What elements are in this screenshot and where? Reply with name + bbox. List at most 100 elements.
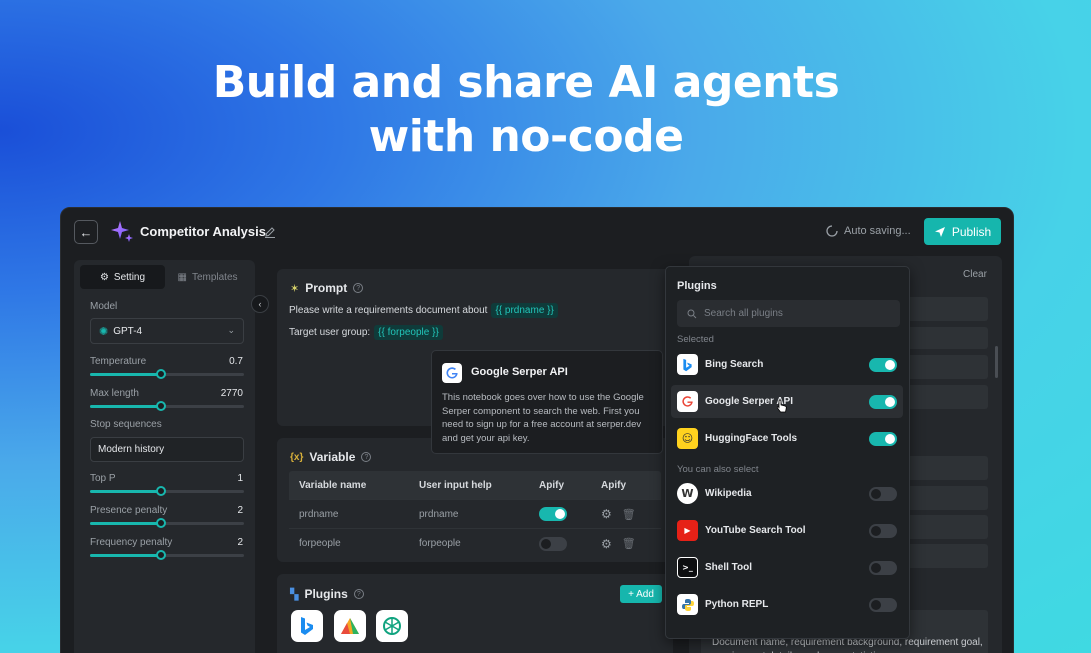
openai-icon: ✺ bbox=[99, 325, 109, 338]
column-header: User input help bbox=[419, 479, 492, 491]
plugin-item-huggingface[interactable]: ☺ HuggingFace Tools bbox=[671, 422, 903, 455]
plugin-item-bing-search[interactable]: Bing Search bbox=[671, 348, 903, 381]
chat-bubble bbox=[901, 486, 988, 510]
model-label: Model bbox=[90, 301, 118, 312]
popup-title: Plugins bbox=[677, 280, 717, 292]
plugin-item-wikipedia[interactable]: W Wikipedia bbox=[671, 477, 903, 510]
max-length-slider[interactable] bbox=[90, 401, 244, 411]
frequency-penalty-label: Frequency penalty bbox=[90, 537, 173, 548]
settings-icon[interactable]: ⚙ bbox=[601, 537, 612, 551]
prompt-line-2-text: Target user group: bbox=[289, 327, 371, 338]
clear-button[interactable]: Clear bbox=[963, 269, 987, 280]
trash-icon[interactable]: 🗑 bbox=[622, 537, 636, 550]
table-header: Variable name User input help Apify Apif… bbox=[289, 471, 661, 500]
plugin-search-input[interactable]: Search all plugins bbox=[677, 300, 900, 327]
plugin-toggle[interactable] bbox=[869, 395, 897, 409]
temperature-slider[interactable] bbox=[90, 369, 244, 379]
model-select[interactable]: ✺ GPT-4 ⌄ bbox=[90, 318, 244, 344]
publish-label: Publish bbox=[951, 224, 992, 239]
pointer-cursor-icon bbox=[776, 399, 788, 418]
google-icon bbox=[442, 363, 462, 383]
python-icon bbox=[677, 594, 698, 615]
scrollbar[interactable] bbox=[995, 346, 998, 378]
plugins-popup: Plugins Search all plugins Selected Bing… bbox=[665, 266, 910, 639]
plugins-heading: ▚ Plugins ? bbox=[290, 587, 364, 601]
back-button[interactable]: ← bbox=[74, 220, 98, 244]
max-length-value: 2770 bbox=[220, 388, 243, 399]
help-icon[interactable]: ? bbox=[361, 452, 372, 462]
huggingface-icon: ☺ bbox=[677, 428, 698, 449]
apify-toggle[interactable] bbox=[539, 536, 567, 551]
chevron-left-icon: ‹ bbox=[258, 299, 262, 309]
prompt-line-1[interactable]: Please write a requirements document abo… bbox=[289, 303, 558, 318]
arrow-left-icon: ← bbox=[79, 224, 93, 240]
plugin-item-python-repl[interactable]: Python REPL bbox=[671, 588, 903, 621]
frequency-penalty-slider[interactable] bbox=[90, 550, 244, 560]
variable-name-cell[interactable]: prdname bbox=[289, 509, 409, 520]
plugin-name: YouTube Search Tool bbox=[705, 525, 806, 536]
plugin-toggle[interactable] bbox=[869, 524, 897, 538]
gear-icon: ⚙ bbox=[99, 271, 109, 283]
plugin-toggle[interactable] bbox=[869, 561, 897, 575]
variable-table: Variable name User input help Apify Apif… bbox=[289, 471, 661, 558]
chat-bubble bbox=[901, 515, 988, 539]
tab-templates[interactable]: ▦ Templates bbox=[165, 265, 250, 289]
plugin-item-youtube[interactable]: ▶ YouTube Search Tool bbox=[671, 514, 903, 547]
grid-icon: ▦ bbox=[177, 271, 187, 283]
temperature-value: 0.7 bbox=[229, 356, 243, 367]
tab-setting[interactable]: ⚙ Setting bbox=[80, 265, 165, 289]
publish-button[interactable]: Publish bbox=[924, 218, 1001, 245]
help-icon[interactable]: ? bbox=[353, 283, 364, 293]
plugin-name: Bing Search bbox=[705, 359, 764, 370]
chevron-down-icon: ⌄ bbox=[227, 325, 235, 335]
hero-line-2: with no-code bbox=[368, 111, 684, 162]
variable-chip-prdname[interactable]: {{ prdname }} bbox=[491, 303, 558, 318]
input-help-cell[interactable]: prdname bbox=[409, 509, 529, 520]
stop-sequences-input[interactable]: Modern history bbox=[90, 437, 244, 462]
plugins-title: Plugins bbox=[304, 587, 348, 601]
variable-chip-forpeople[interactable]: {{ forpeople }} bbox=[374, 325, 443, 340]
variable-name-cell[interactable]: forpeople bbox=[289, 538, 409, 549]
help-icon[interactable]: ? bbox=[353, 589, 364, 599]
selected-section-label: Selected bbox=[677, 334, 714, 345]
plugin-name: HuggingFace Tools bbox=[705, 433, 798, 444]
top-p-slider[interactable] bbox=[90, 486, 244, 496]
input-help-cell[interactable]: forpeople bbox=[409, 538, 529, 549]
google-icon bbox=[677, 391, 698, 412]
top-p-label: Top P bbox=[90, 473, 116, 484]
variable-card: {x} Variable ? Variable name User input … bbox=[277, 438, 673, 562]
settings-icon[interactable]: ⚙ bbox=[601, 507, 612, 521]
prompt-title: Prompt bbox=[305, 281, 348, 295]
apify-toggle[interactable] bbox=[539, 507, 567, 521]
add-plugin-button[interactable]: + Add bbox=[620, 585, 662, 603]
autosave-text: Auto saving... bbox=[844, 225, 911, 237]
spinner-icon bbox=[826, 225, 838, 237]
bing-icon bbox=[677, 354, 698, 375]
plugin-toggle[interactable] bbox=[869, 487, 897, 501]
chat-bubble bbox=[901, 355, 988, 379]
hero-heading: Build and share AI agents with no-code bbox=[0, 56, 1052, 164]
variable-title: Variable bbox=[309, 450, 356, 464]
prompt-line-2[interactable]: Target user group: {{ forpeople }} bbox=[289, 325, 443, 340]
chat-bubble bbox=[901, 385, 988, 409]
column-header: Variable name bbox=[299, 479, 367, 491]
collapse-panel-button[interactable]: ‹ bbox=[251, 295, 269, 313]
bing-icon[interactable] bbox=[291, 610, 323, 642]
openai-icon[interactable] bbox=[376, 610, 408, 642]
edit-icon[interactable] bbox=[264, 225, 276, 243]
apify-icon[interactable] bbox=[334, 610, 366, 642]
plugin-toggle[interactable] bbox=[869, 358, 897, 372]
presence-penalty-label: Presence penalty bbox=[90, 505, 168, 516]
also-select-section-label: You can also select bbox=[677, 464, 759, 475]
trash-icon[interactable]: 🗑 bbox=[622, 508, 636, 521]
plugins-icon: ▚ bbox=[290, 588, 299, 601]
plugin-toggle[interactable] bbox=[869, 598, 897, 612]
magic-wand-icon: ✶ bbox=[290, 282, 300, 295]
tab-setting-label: Setting bbox=[113, 271, 146, 283]
sparkle-icon bbox=[109, 219, 135, 250]
plugin-toggle[interactable] bbox=[869, 432, 897, 446]
presence-penalty-slider[interactable] bbox=[90, 518, 244, 528]
plugin-item-shell-tool[interactable]: >_ Shell Tool bbox=[671, 551, 903, 584]
column-header: Apify bbox=[601, 479, 626, 491]
chat-bubble bbox=[901, 456, 988, 480]
